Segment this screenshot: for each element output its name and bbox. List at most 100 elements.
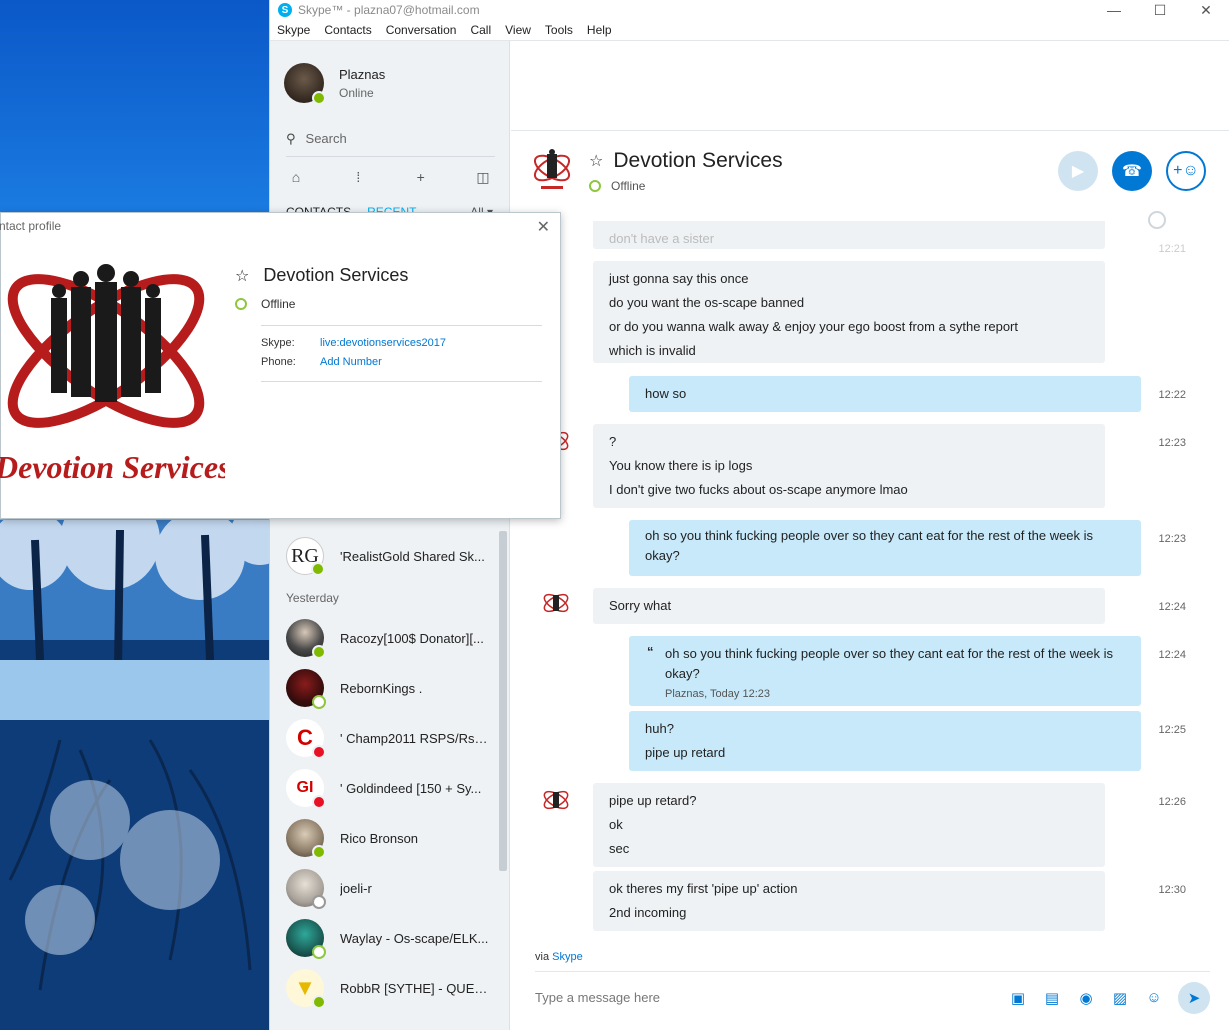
image-icon[interactable]: ▣ [1008,989,1028,1007]
add-number-link[interactable]: Add Number [320,356,382,368]
offline-status-icon [235,298,247,310]
contacts-scrollbar[interactable] [499,531,507,871]
composer-tools: ▣ ▤ ◉ ▨ ☺ ➤ [1008,981,1210,1014]
menu-view[interactable]: View [505,23,531,37]
contact-avatar-icon [543,593,569,613]
search-icon: ⚲ [286,130,296,146]
online-status-icon [312,645,326,659]
quoted-text: oh so you think fucking people over so t… [665,646,1114,681]
online-status-icon [312,845,326,859]
contact-name: ' Goldindeed [150 + Sy... [340,780,482,796]
video-message-icon[interactable]: ◉ [1076,989,1096,1007]
menu-tools[interactable]: Tools [545,23,573,37]
message-bubble-incoming[interactable]: just gonna say this once do you want the… [593,261,1105,363]
busy-status-icon [312,795,326,809]
message-bubble-outgoing[interactable]: oh so you think fucking people over so t… [629,520,1141,576]
menu-skype[interactable]: Skype [277,23,310,37]
bot-icon[interactable]: ◫ [473,169,493,186]
add-people-button[interactable]: +☺ [1166,151,1206,191]
quote-author: Plaznas, Today 12:23 [665,688,770,700]
unknown-status-icon [312,895,326,909]
file-icon[interactable]: ▤ [1042,989,1062,1007]
contact-name: Rico Bronson [340,830,419,846]
via-skype-link[interactable]: Skype [552,951,583,963]
contact-name: Waylay - Os-scape/ELK... [340,930,489,946]
message-bubble-outgoing[interactable]: “ oh so you think fucking people over so… [629,636,1141,706]
search-box[interactable]: ⚲ Search [286,121,495,157]
message-input[interactable]: Type a message here ▣ ▤ ◉ ▨ ☺ ➤ [535,971,1210,1023]
sidebar-toolbar: ⌂ ⁞ + ◫ [270,157,509,197]
message-time: 12:23 [1158,533,1186,545]
menu-help[interactable]: Help [587,23,612,37]
message-bubble-incoming[interactable]: Sorry what [593,588,1105,624]
my-name: Plaznas [339,66,386,82]
avatar: C [286,719,326,759]
list-item[interactable]: Rico Bronson [270,813,510,863]
message-bubble-incoming[interactable]: pipe up retard? ok sec [593,783,1105,867]
my-status[interactable]: Online [339,86,385,100]
contact-name[interactable]: Devotion Services [613,149,782,173]
list-item[interactable]: joeli-r [270,863,510,913]
message-bubble-outgoing[interactable]: huh? pipe up retard [629,711,1141,771]
quote-open-icon: “ [647,644,654,659]
message-bubble-incoming[interactable]: ? You know there is ip logs I don't give… [593,424,1105,508]
avatar [286,619,326,659]
list-item[interactable]: C ' Champ2011 RSPS/Rs3... [270,713,510,763]
list-item[interactable]: GI ' Goldindeed [150 + Sy... [270,763,510,813]
message-line: how so [645,386,687,401]
favorite-star-icon[interactable]: ☆ [235,266,249,286]
message-line: I don't give two fucks about os-scape an… [609,482,908,497]
message-bubble-incoming[interactable]: ok theres my first 'pipe up' action 2nd … [593,871,1105,931]
contact-card-icon[interactable]: ▨ [1110,989,1130,1007]
favorite-star-icon[interactable]: ☆ [589,151,603,171]
skype-id-value[interactable]: live:devotionservices2017 [320,337,446,349]
list-item[interactable]: RebornKings . [270,663,510,713]
contact-avatar-icon [543,790,569,810]
emoticon-icon[interactable]: ☺ [1144,989,1164,1006]
message-line: just gonna say this once [609,271,749,286]
skype-logo-icon: S [278,3,292,17]
my-profile[interactable]: Plaznas Online [270,41,509,111]
avatar [286,869,326,909]
minimize-icon[interactable]: — [1091,0,1137,20]
avatar [286,819,326,859]
conversation-pane: ☆ Devotion Services Offline ▶ ☎ +☺ Today… [511,41,1229,1030]
window-title: Skype™ - plazna07@hotmail.com [298,3,480,17]
title-bar: S Skype™ - plazna07@hotmail.com — ☐ ✕ [270,0,1229,20]
home-icon[interactable]: ⌂ [286,169,306,185]
menu-call[interactable]: Call [470,23,491,37]
message-time: 12:24 [1158,649,1186,661]
message-line: pipe up retard [645,745,726,760]
add-person-icon: +☺ [1173,162,1199,179]
message-list: Today don't have a sister 12:21 just gon… [511,221,1229,931]
online-status-icon [312,91,326,105]
menu-bar: Skype Contacts Conversation Call View To… [270,20,1229,41]
list-item[interactable]: Waylay - Os-scape/ELK... [270,913,510,963]
send-icon: ➤ [1187,989,1201,1007]
message-bubble-incoming[interactable]: don't have a sister [593,221,1105,249]
message-bubble-outgoing[interactable]: how so [629,376,1141,412]
voice-call-button[interactable]: ☎ [1112,151,1152,191]
close-icon[interactable]: ✕ [1183,0,1229,20]
conversation-title: ☆ Devotion Services [589,149,783,173]
close-icon[interactable]: ✕ [537,217,550,237]
list-item[interactable]: Racozy[100$ Donator][... [270,613,510,663]
video-call-button[interactable]: ▶ [1058,151,1098,191]
menu-contacts[interactable]: Contacts [324,23,371,37]
message-line: which is invalid [609,343,696,358]
add-icon[interactable]: + [411,169,431,185]
message-line: don't have a sister [609,231,715,246]
video-camera-icon: ▶ [1071,163,1085,180]
contact-profile-dialog: ntact profile ✕ Devotion Services ☆ Devo… [0,212,561,519]
menu-conversation[interactable]: Conversation [386,23,457,37]
maximize-icon[interactable]: ☐ [1137,0,1183,20]
message-line: You know there is ip logs [609,458,753,473]
send-button[interactable]: ➤ [1178,981,1210,1014]
busy-status-icon [312,745,326,759]
list-item[interactable]: RG 'RealistGold Shared Sk... [270,531,510,581]
list-item[interactable]: ▼ RobbR [SYTHE] - QUES... [270,963,510,1013]
conversation-header: ☆ Devotion Services Offline ▶ ☎ +☺ [511,131,1229,229]
message-time: 12:30 [1158,884,1186,896]
dialpad-icon[interactable]: ⁞ [348,169,368,185]
notification-area [511,41,1229,131]
